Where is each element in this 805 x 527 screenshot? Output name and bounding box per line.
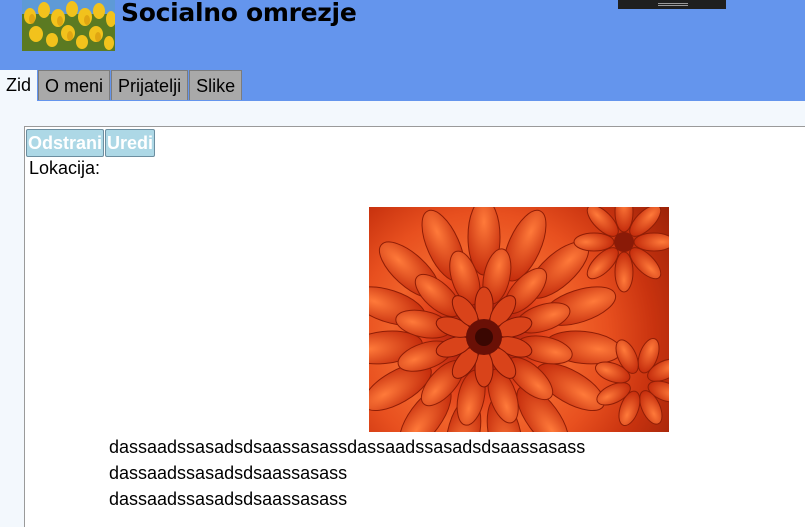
widget-line	[658, 5, 688, 6]
post-actions: Odstrani Uredi	[26, 129, 156, 157]
wall-post: Odstrani Uredi Lokacija: dassaadssasadsd…	[24, 126, 805, 527]
post-text-line: dassaadssasadsdsaassasassdassaadssasadsd…	[109, 437, 586, 457]
tab-o-meni[interactable]: O meni	[38, 70, 111, 100]
delete-button[interactable]: Odstrani	[26, 129, 105, 157]
tab-bar: Zid O meni Prijatelji Slike	[0, 70, 243, 101]
location-label: Lokacija:	[29, 158, 101, 178]
tab-zid[interactable]: Zid	[0, 70, 38, 101]
widget-line	[658, 3, 688, 4]
top-widget	[618, 0, 726, 9]
logo-image	[22, 0, 115, 51]
edit-button[interactable]: Uredi	[105, 129, 156, 157]
site-title: Socialno omrezje	[121, 0, 357, 27]
tab-prijatelji[interactable]: Prijatelji	[111, 70, 189, 100]
tab-slike[interactable]: Slike	[189, 70, 243, 100]
post-image	[369, 207, 669, 432]
post-text-line: dassaadssasadsdsaassasass	[109, 463, 348, 483]
